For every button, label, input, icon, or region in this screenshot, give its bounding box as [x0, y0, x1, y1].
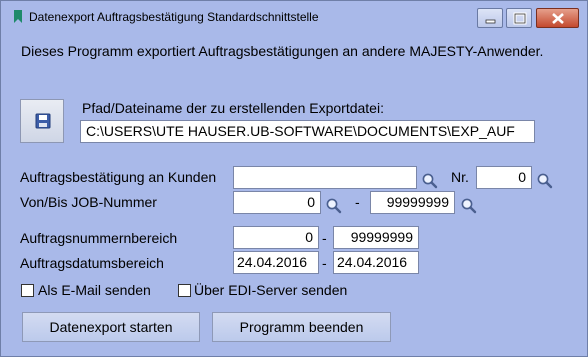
window-title: Datenexport Auftragsbestätigung Standard… [29, 10, 319, 24]
customer-input[interactable] [233, 166, 417, 189]
customer-label: Auftragsbestätigung an Kunden [20, 169, 217, 185]
job-to-search-icon[interactable] [460, 197, 478, 215]
customer-nr-label: Nr. [451, 169, 469, 185]
app-bookmark-icon [14, 10, 22, 23]
job-to-input[interactable]: 99999999 [370, 191, 455, 214]
order-date-to-input[interactable]: 24.04.2016 [333, 251, 419, 274]
order-date-range-label: Auftragsdatumsbereich [20, 255, 164, 271]
job-from-search-icon[interactable] [325, 197, 343, 215]
start-export-button[interactable]: Datenexport starten [22, 312, 200, 342]
maximize-icon [513, 12, 527, 25]
end-program-button[interactable]: Programm beenden [212, 312, 391, 342]
maximize-button[interactable] [506, 8, 532, 28]
job-range-label: Von/Bis JOB-Nummer [20, 194, 157, 210]
minimize-icon [485, 19, 496, 24]
job-range-separator: - [355, 194, 360, 210]
customer-search-icon[interactable] [421, 172, 439, 190]
app-window: Datenexport Auftragsbestätigung Standard… [0, 0, 588, 357]
intro-text: Dieses Programm exportiert Auftragsbestä… [21, 43, 544, 59]
email-checkbox[interactable] [21, 284, 34, 297]
order-number-from-input[interactable]: 0 [233, 226, 319, 249]
order-date-from-input[interactable]: 24.04.2016 [233, 251, 319, 274]
job-from-input[interactable]: 0 [233, 191, 321, 214]
minimize-button[interactable] [477, 8, 503, 28]
order-number-range-separator: - [322, 230, 327, 246]
close-icon [552, 13, 564, 24]
edi-checkbox-label[interactable]: Über EDI-Server senden [194, 282, 347, 298]
choose-export-file-button[interactable] [20, 99, 64, 143]
order-date-range-separator: - [322, 255, 327, 271]
email-checkbox-label[interactable]: Als E-Mail senden [38, 282, 151, 298]
edi-checkbox[interactable] [178, 284, 191, 297]
title-bar[interactable]: Datenexport Auftragsbestätigung Standard… [1, 1, 587, 31]
save-disk-icon [35, 113, 51, 129]
export-path-label: Pfad/Dateiname der zu erstellenden Expor… [82, 100, 384, 116]
close-button[interactable] [536, 8, 579, 28]
customer-nr-search-icon[interactable] [536, 172, 554, 190]
order-number-to-input[interactable]: 99999999 [333, 226, 419, 249]
order-number-range-label: Auftragsnummernbereich [20, 230, 178, 246]
customer-nr-input[interactable]: 0 [476, 166, 532, 189]
export-path-input[interactable]: C:\USERS\UTE HAUSER.UB-SOFTWARE\DOCUMENT… [80, 120, 535, 143]
